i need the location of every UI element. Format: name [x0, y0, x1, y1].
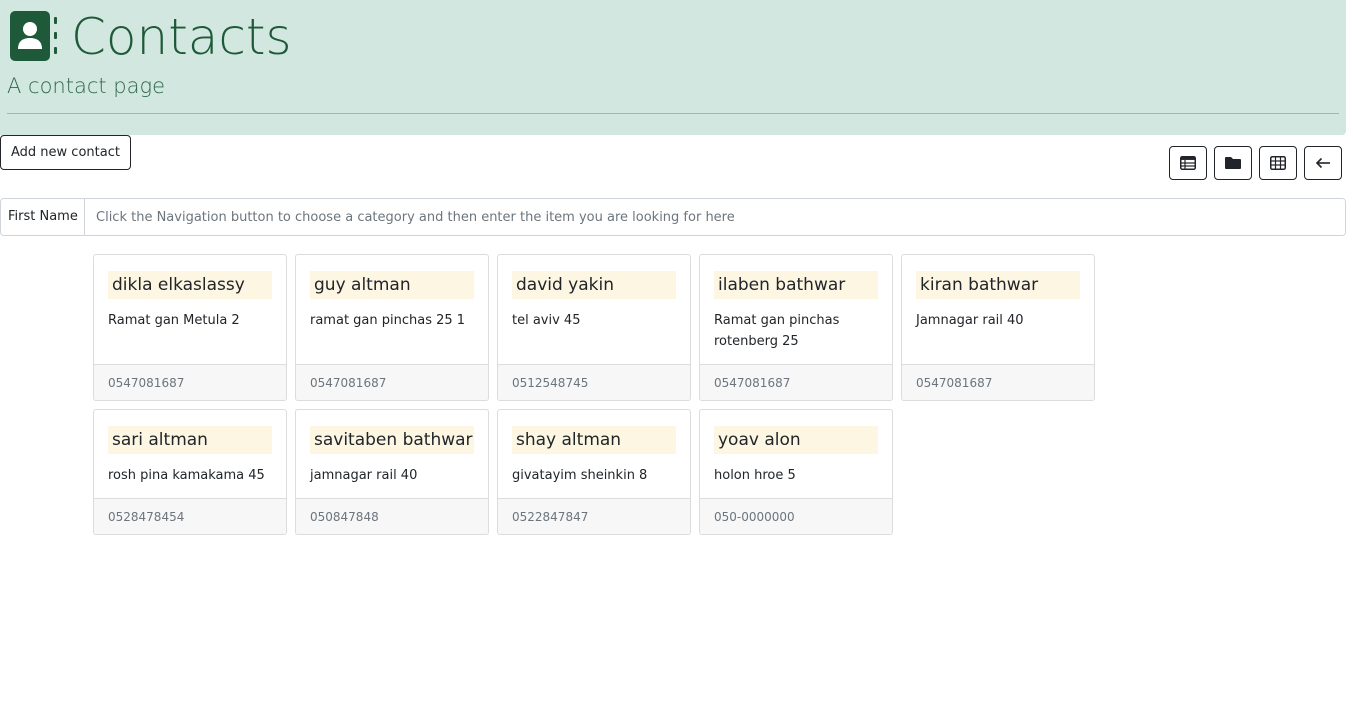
contact-address: ramat gan pinchas 25 1	[310, 313, 466, 328]
add-contact-button[interactable]: Add new contact	[0, 135, 131, 170]
contact-card[interactable]: savitaben bathwar jamnagar rail 40 05084…	[295, 409, 489, 535]
contact-address: givatayim sheinkin 8	[512, 468, 648, 483]
page-header: Contacts A contact page	[0, 0, 1346, 135]
contact-phone: 0547081687	[94, 364, 286, 400]
folder-view-button[interactable]	[1214, 146, 1252, 180]
card-body: david yakin tel aviv 45	[498, 255, 690, 364]
search-bar: First Name	[0, 198, 1346, 236]
card-body: ilaben bathwar Ramat gan pinchas rotenbe…	[700, 255, 892, 364]
card-body: kiran bathwar Jamnagar rail 40	[902, 255, 1094, 364]
contact-phone: 0512548745	[498, 364, 690, 400]
contact-card[interactable]: shay altman givatayim sheinkin 8 0522847…	[497, 409, 691, 535]
card-body: savitaben bathwar jamnagar rail 40	[296, 410, 488, 498]
contact-book-icon	[10, 11, 57, 61]
contact-phone: 0547081687	[902, 364, 1094, 400]
contact-name: shay altman	[512, 426, 676, 454]
contact-name: sari altman	[108, 426, 272, 454]
search-category-label: First Name	[1, 199, 85, 235]
contact-address: rosh pina kamakama 45	[108, 468, 265, 483]
contact-name: ilaben bathwar	[714, 271, 878, 299]
contact-card[interactable]: guy altman ramat gan pinchas 25 1 054708…	[295, 254, 489, 401]
card-body: guy altman ramat gan pinchas 25 1	[296, 255, 488, 364]
contact-name: yoav alon	[714, 426, 878, 454]
contact-name: david yakin	[512, 271, 676, 299]
contact-card[interactable]: david yakin tel aviv 45 0512548745	[497, 254, 691, 401]
search-input[interactable]	[85, 199, 1345, 235]
contact-address: Jamnagar rail 40	[916, 313, 1024, 328]
view-toolbar	[1169, 146, 1342, 180]
contact-phone: 050-0000000	[700, 498, 892, 534]
contact-grid: dikla elkaslassy Ramat gan Metula 2 0547…	[93, 254, 1103, 535]
card-body: yoav alon holon hroe 5	[700, 410, 892, 498]
card-body: shay altman givatayim sheinkin 8	[498, 410, 690, 498]
folder-icon	[1225, 157, 1241, 169]
card-body: sari altman rosh pina kamakama 45	[94, 410, 286, 498]
grid-view-button[interactable]	[1259, 146, 1297, 180]
contact-card[interactable]: ilaben bathwar Ramat gan pinchas rotenbe…	[699, 254, 893, 401]
arrow-left-icon	[1315, 157, 1330, 169]
table-view-icon	[1180, 156, 1196, 170]
contact-card[interactable]: kiran bathwar Jamnagar rail 40 054708168…	[901, 254, 1095, 401]
contact-card[interactable]: sari altman rosh pina kamakama 45 052847…	[93, 409, 287, 535]
contact-address: tel aviv 45	[512, 313, 581, 328]
contact-card[interactable]: dikla elkaslassy Ramat gan Metula 2 0547…	[93, 254, 287, 401]
contact-address: Ramat gan Metula 2	[108, 313, 240, 328]
header-divider	[7, 113, 1339, 114]
contact-name: guy altman	[310, 271, 474, 299]
contact-card[interactable]: yoav alon holon hroe 5 050-0000000	[699, 409, 893, 535]
contact-address: Ramat gan pinchas rotenberg 25	[714, 313, 840, 349]
contact-phone: 0522847847	[498, 498, 690, 534]
contact-name: savitaben bathwar	[310, 426, 474, 454]
page-title: Contacts	[71, 8, 292, 66]
contact-phone: 0528478454	[94, 498, 286, 534]
grid-view-icon	[1270, 156, 1286, 170]
contact-phone: 0547081687	[296, 364, 488, 400]
contact-phone: 050847848	[296, 498, 488, 534]
contact-address: jamnagar rail 40	[310, 468, 418, 483]
contact-name: kiran bathwar	[916, 271, 1080, 299]
page-subtitle: A contact page	[7, 74, 166, 98]
back-button[interactable]	[1304, 146, 1342, 180]
card-body: dikla elkaslassy Ramat gan Metula 2	[94, 255, 286, 364]
contact-name: dikla elkaslassy	[108, 271, 272, 299]
table-view-button[interactable]	[1169, 146, 1207, 180]
contact-address: holon hroe 5	[714, 468, 796, 483]
contact-phone: 0547081687	[700, 364, 892, 400]
